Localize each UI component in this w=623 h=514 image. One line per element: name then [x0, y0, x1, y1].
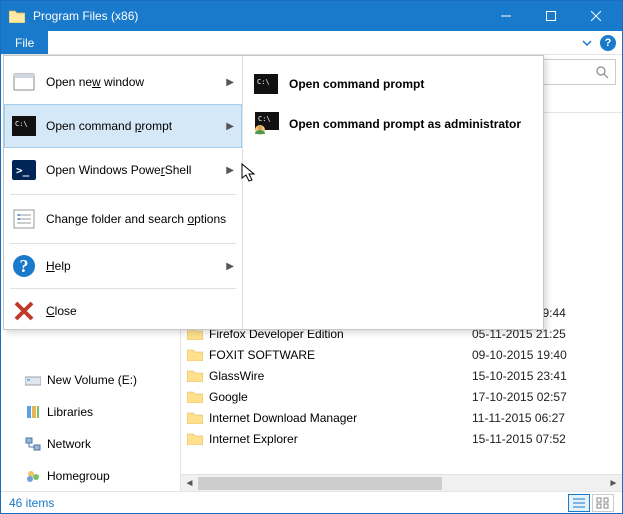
file-name: Internet Download Manager	[209, 411, 472, 425]
file-date: 17-10-2015 02:57	[472, 390, 622, 404]
file-date: 11-11-2015 06:27	[472, 411, 622, 425]
nav-item[interactable]: Libraries	[1, 401, 180, 423]
file-menu-item[interactable]: C:\ Open command prompt ▶	[4, 104, 242, 148]
file-menu-item[interactable]: >_ Open Windows PowerShell ▶	[4, 148, 242, 192]
help-button[interactable]: ?	[600, 35, 616, 51]
svg-text:C:\: C:\	[257, 78, 270, 86]
libraries-icon	[25, 404, 41, 420]
file-date: 15-11-2015 07:52	[472, 432, 622, 446]
file-menu-item-label: Open command prompt	[46, 119, 216, 133]
svg-text:>_: >_	[16, 164, 30, 177]
window-title: Program Files (x86)	[33, 9, 483, 23]
folder-icon	[187, 432, 203, 446]
file-menu-item-label: Change folder and search options	[46, 212, 234, 226]
close-icon	[12, 299, 36, 323]
submenu-arrow-icon: ▶	[226, 165, 234, 176]
minimize-button[interactable]	[483, 1, 528, 31]
file-name: FOXIT SOFTWARE	[209, 348, 472, 362]
close-button[interactable]	[573, 1, 618, 31]
submenu-item-label: Open command prompt as administrator	[289, 117, 533, 131]
file-row[interactable]: Internet Explorer15-11-2015 07:52	[181, 428, 622, 449]
file-row[interactable]: FOXIT SOFTWARE09-10-2015 19:40	[181, 344, 622, 365]
file-menu-item[interactable]: Open new window ▶	[4, 60, 242, 104]
horizontal-scrollbar[interactable]: ◄ ►	[181, 474, 622, 491]
file-date: 15-10-2015 23:41	[472, 369, 622, 383]
submenu-arrow-icon: ▶	[226, 261, 234, 272]
file-tab[interactable]: File	[1, 31, 48, 54]
nav-item-label: Libraries	[47, 405, 93, 419]
nav-item-label: New Volume (E:)	[47, 373, 137, 387]
cmd-admin-icon: C:\	[253, 111, 279, 137]
title-bar: Program Files (x86)	[1, 1, 622, 31]
submenu-item[interactable]: C:\ Open command prompt as administrator	[247, 104, 539, 144]
svg-text:C:\: C:\	[15, 120, 28, 128]
drive-icon	[25, 372, 41, 388]
options-icon	[12, 207, 36, 231]
folder-icon	[187, 348, 203, 362]
homegroup-icon	[25, 468, 41, 484]
scroll-left-button[interactable]: ◄	[181, 475, 198, 492]
thumbnails-view-button[interactable]	[592, 494, 614, 512]
file-name: Google	[209, 390, 472, 404]
menu-separator	[10, 243, 236, 244]
file-menu-item[interactable]: ? Help ▶	[4, 246, 242, 286]
file-name: GlassWire	[209, 369, 472, 383]
folder-icon	[9, 9, 25, 23]
file-row[interactable]: Google17-10-2015 02:57	[181, 386, 622, 407]
scroll-track[interactable]	[198, 475, 605, 492]
menu-bar: File ?	[1, 31, 622, 55]
file-menu-item-label: Close	[46, 304, 234, 318]
nav-item-label: Network	[47, 437, 91, 451]
scroll-right-button[interactable]: ►	[605, 475, 622, 492]
cmd-icon: C:\	[12, 114, 36, 138]
ribbon-expand-button[interactable]	[578, 34, 596, 52]
ps-icon: >_	[12, 158, 36, 182]
scroll-thumb[interactable]	[198, 477, 442, 490]
file-menu-submenu: C:\ Open command prompt C:\ Open command pr…	[243, 56, 543, 329]
cmd-icon: C:\	[253, 71, 279, 97]
file-menu-item-label: Open Windows PowerShell	[46, 163, 216, 177]
submenu-item[interactable]: C:\ Open command prompt	[247, 64, 539, 104]
svg-text:C:\: C:\	[258, 115, 271, 123]
details-view-button[interactable]	[568, 494, 590, 512]
window-icon	[12, 70, 36, 94]
file-menu-item[interactable]: Change folder and search options	[4, 197, 242, 241]
file-menu: Open new window▶C:\Open command prompt▶>…	[3, 55, 544, 330]
submenu-arrow-icon: ▶	[226, 121, 234, 132]
nav-item[interactable]: Network	[1, 433, 180, 455]
nav-item[interactable]: Homegroup	[1, 465, 180, 487]
submenu-arrow-icon: ▶	[226, 77, 234, 88]
folder-icon	[187, 369, 203, 383]
file-row[interactable]: GlassWire15-10-2015 23:41	[181, 365, 622, 386]
search-icon	[595, 65, 609, 79]
folder-icon	[187, 390, 203, 404]
maximize-button[interactable]	[528, 1, 573, 31]
submenu-item-label: Open command prompt	[289, 77, 533, 91]
network-icon	[25, 436, 41, 452]
folder-icon	[187, 411, 203, 425]
svg-text:?: ?	[20, 256, 29, 276]
file-row[interactable]: Internet Download Manager11-11-2015 06:2…	[181, 407, 622, 428]
nav-item-label: Homegroup	[47, 469, 110, 483]
menu-separator	[10, 288, 236, 289]
file-menu-item[interactable]: Close	[4, 291, 242, 331]
file-name: Internet Explorer	[209, 432, 472, 446]
item-count: 46 items	[9, 496, 54, 510]
nav-item[interactable]: New Volume (E:)	[1, 369, 180, 391]
help-icon: ?	[12, 254, 36, 278]
file-menu-primary: Open new window▶C:\Open command prompt▶>…	[4, 56, 243, 329]
file-menu-item-label: Help	[46, 259, 216, 273]
file-date: 09-10-2015 19:40	[472, 348, 622, 362]
file-menu-item-label: Open new window	[46, 75, 216, 89]
status-bar: 46 items	[1, 491, 622, 513]
menu-separator	[10, 194, 236, 195]
